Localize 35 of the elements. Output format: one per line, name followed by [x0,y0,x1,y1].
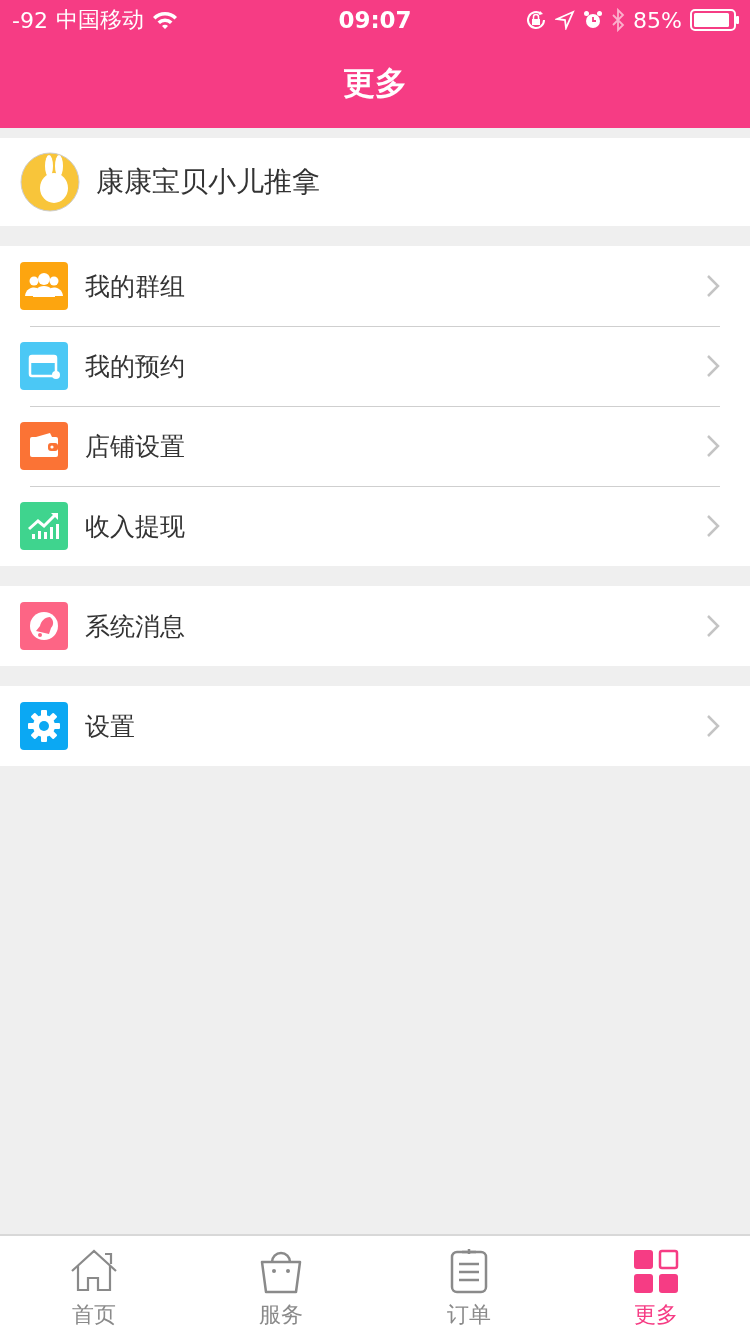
chevron-icon [706,514,720,538]
tab[interactable]: 服务 [187,1236,375,1334]
tab[interactable]: 订单 [375,1236,563,1334]
status-time: 09:07 [338,7,412,33]
menu-item[interactable]: 我的群组 [0,246,750,326]
menu-item[interactable]: 设置 [0,686,750,766]
menu-label: 我的预约 [85,350,186,383]
page-title: 更多 [343,63,407,104]
battery-icon [690,9,740,31]
avatar [20,152,80,212]
chevron-icon [706,434,720,458]
menu-item[interactable]: 收入提现 [0,486,750,566]
menu-item[interactable]: 店铺设置 [0,406,750,486]
chevron-icon [706,274,720,298]
chevron-icon [706,354,720,378]
menu-label: 设置 [85,710,136,743]
carrier-name: 中国移动 [55,6,144,34]
wifi-icon [151,10,178,30]
rotation-lock-icon [525,9,548,31]
profile-card[interactable]: 康康宝贝小儿推拿 [0,138,750,226]
menu-label: 收入提现 [85,510,186,543]
menu-label: 系统消息 [85,610,186,643]
chevron-icon [706,714,720,738]
profile-name: 康康宝贝小儿推拿 [96,164,320,200]
signal-strength: -92 [12,7,48,33]
battery-percent: 85% [633,7,682,33]
menu-item[interactable]: 我的预约 [0,326,750,406]
menu-label: 店铺设置 [85,430,186,463]
chevron-icon [706,614,720,638]
location-icon [555,10,576,30]
menu-item[interactable]: 系统消息 [0,586,750,666]
alarm-icon [583,10,604,30]
menu-label: 我的群组 [85,270,186,303]
bluetooth-icon [611,8,626,32]
tab[interactable]: 更多 [562,1236,750,1334]
